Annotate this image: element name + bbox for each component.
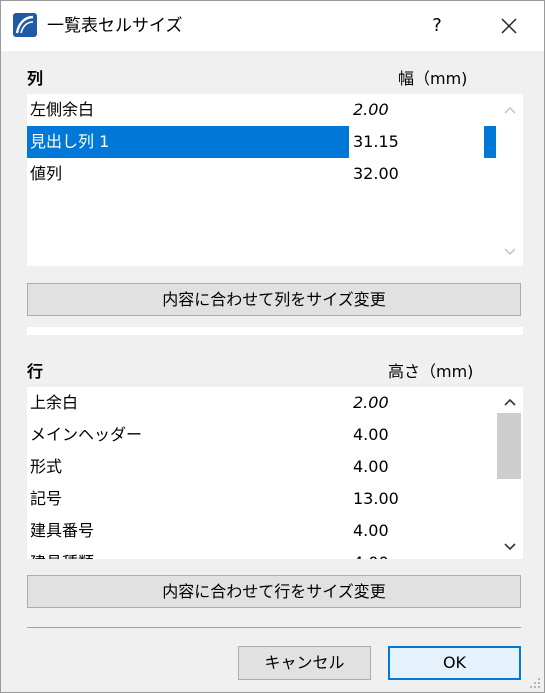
- app-icon: [13, 13, 37, 37]
- list-item-selected[interactable]: 見出し列 1 31.15: [27, 126, 497, 158]
- row-name: 形式: [30, 457, 63, 476]
- row-name: 建具番号: [30, 521, 95, 540]
- row-value[interactable]: 2.00: [353, 387, 389, 419]
- title-bar: 一覧表セルサイズ ?: [1, 1, 544, 51]
- rows-list[interactable]: 上余白 2.00 メインヘッダー 4.00 形式 4.00 記号 13.00 建…: [27, 387, 497, 559]
- dialog-window: 一覧表セルサイズ ? 列 幅（mm) 左側余白 2.00 見出し列 1 31.1…: [0, 0, 545, 693]
- help-button[interactable]: ?: [415, 7, 459, 45]
- footer-divider: [27, 627, 521, 628]
- list-item[interactable]: 形式 4.00: [27, 451, 497, 483]
- list-item[interactable]: メインヘッダー 4.00: [27, 419, 497, 451]
- scroll-down-icon[interactable]: [500, 244, 520, 260]
- row-name: 上余白: [30, 393, 79, 412]
- list-item[interactable]: 値列 32.00: [27, 158, 497, 190]
- row-name: 値列: [30, 164, 63, 183]
- scroll-thumb[interactable]: [497, 413, 521, 479]
- list-item[interactable]: 左側余白 2.00: [27, 94, 497, 126]
- columns-scrollbar[interactable]: [497, 94, 523, 266]
- resize-grip-icon[interactable]: [529, 677, 541, 689]
- row-value[interactable]: 4.00: [353, 419, 389, 451]
- row-name: 見出し列 1: [30, 132, 110, 151]
- close-icon: [501, 18, 517, 34]
- row-name: 記号: [30, 489, 63, 508]
- row-name: 建具種類: [30, 547, 94, 559]
- row-value[interactable]: 32.00: [353, 158, 399, 190]
- window-title: 一覧表セルサイズ: [47, 16, 183, 36]
- row-value[interactable]: 4.00: [353, 515, 389, 547]
- column-width-header: 幅（mm): [398, 69, 468, 88]
- row-value[interactable]: 31.15: [353, 126, 399, 158]
- list-item[interactable]: 建具番号 4.00: [27, 515, 497, 547]
- rows-heading: 行: [27, 362, 44, 381]
- cancel-button[interactable]: キャンセル: [238, 646, 371, 680]
- row-value[interactable]: 13.00: [353, 483, 399, 515]
- scroll-down-icon[interactable]: [500, 539, 520, 555]
- list-item[interactable]: 上余白 2.00: [27, 387, 497, 419]
- fit-columns-button[interactable]: 内容に合わせて列をサイズ変更: [27, 283, 521, 316]
- list-item[interactable]: 建具種類 4.00: [27, 547, 497, 559]
- section-separator: [27, 327, 523, 335]
- list-item[interactable]: 記号 13.00: [27, 483, 497, 515]
- ok-button[interactable]: OK: [388, 646, 521, 680]
- row-value[interactable]: 4.00: [353, 451, 389, 483]
- row-height-header: 高さ（mm): [388, 362, 474, 381]
- scroll-up-icon[interactable]: [500, 394, 520, 410]
- close-button[interactable]: [487, 7, 531, 45]
- row-name: 左側余白: [30, 100, 95, 119]
- row-value[interactable]: 4.00: [353, 547, 389, 559]
- rows-scrollbar[interactable]: [497, 387, 523, 559]
- fit-rows-button[interactable]: 内容に合わせて行をサイズ変更: [27, 575, 521, 608]
- columns-list[interactable]: 左側余白 2.00 見出し列 1 31.15 値列 32.00: [27, 94, 497, 266]
- scroll-up-icon[interactable]: [500, 102, 520, 118]
- row-name: メインヘッダー: [30, 425, 143, 444]
- row-value[interactable]: 2.00: [353, 94, 389, 126]
- selection-marker: [484, 126, 496, 158]
- columns-heading: 列: [27, 69, 44, 88]
